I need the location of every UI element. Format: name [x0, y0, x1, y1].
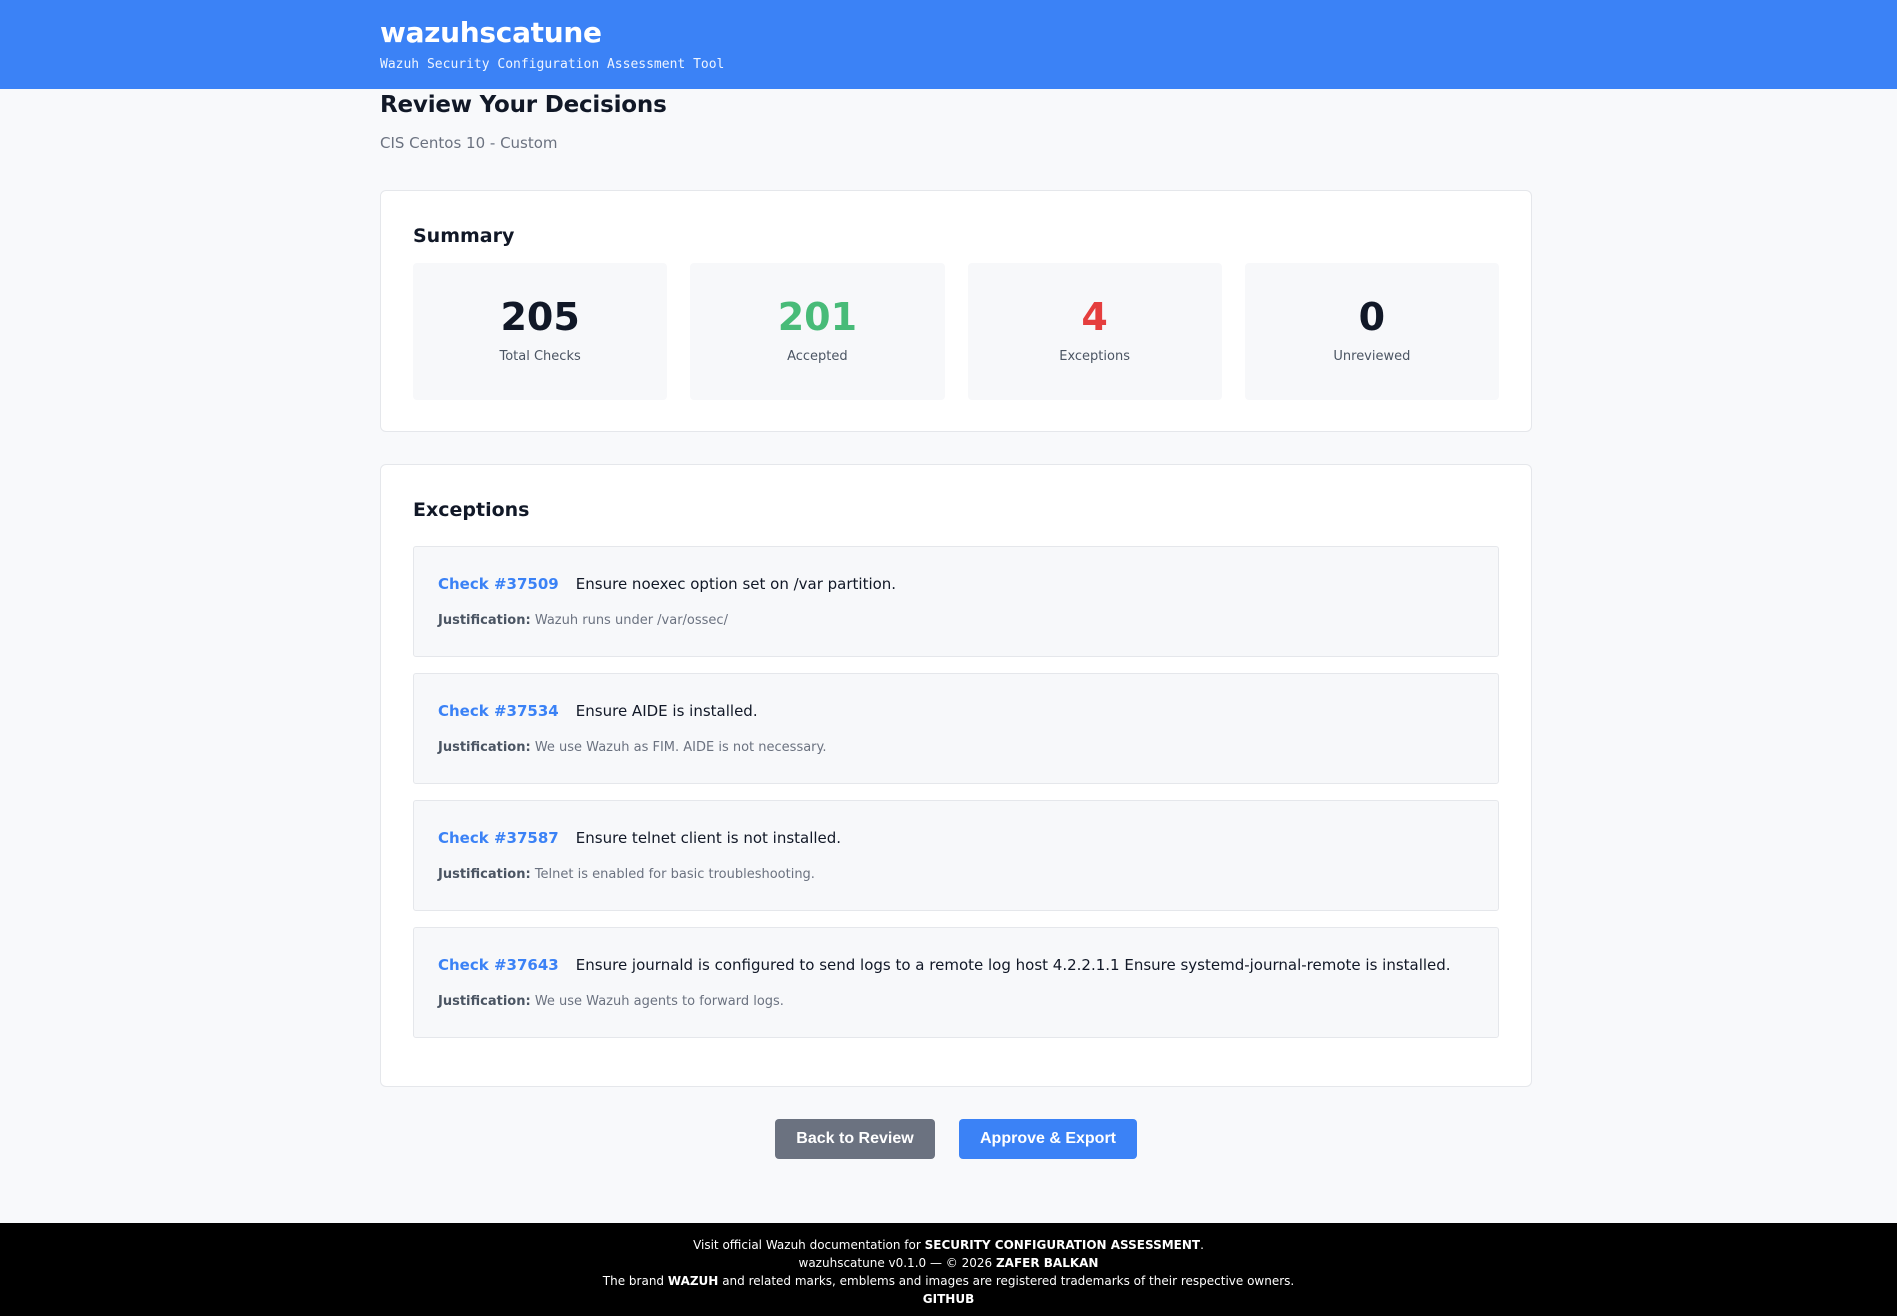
app-header: wazuhscatune Wazuh Security Configuratio…	[0, 0, 1897, 89]
app-subtitle: Wazuh Security Configuration Assessment …	[380, 57, 725, 72]
check-title: Ensure noexec option set on /var partiti…	[575, 575, 897, 593]
approve-export-button[interactable]: Approve & Export	[959, 1119, 1137, 1159]
footer-line-version: wazuhscatune v0.1.0 — © 2026 ZAFER BALKA…	[0, 1254, 1897, 1272]
exception-item: Check #37587 Ensure telnet client is not…	[413, 800, 1499, 911]
footer-docs-prefix: Visit official Wazuh documentation for	[693, 1238, 921, 1252]
back-to-review-button[interactable]: Back to Review	[775, 1119, 935, 1159]
wazuh-brand: WAZUH	[667, 1274, 719, 1288]
exception-header: Check #37509 Ensure noexec option set on…	[438, 574, 1474, 596]
footer-line-docs: Visit official Wazuh documentation for S…	[0, 1236, 1897, 1254]
stat-label: Accepted	[787, 349, 848, 364]
stat-exceptions: 4 Exceptions	[967, 263, 1222, 400]
check-id-link[interactable]: Check #37509	[438, 575, 559, 593]
stat-unreviewed: 0 Unreviewed	[1244, 263, 1499, 400]
exceptions-card: Exceptions Check #37509 Ensure noexec op…	[380, 464, 1532, 1087]
action-buttons: Back to Review Approve & Export	[775, 1119, 1137, 1159]
summary-heading: Summary	[413, 225, 515, 247]
stat-label: Total Checks	[499, 349, 581, 364]
stat-value: 201	[777, 295, 858, 339]
sca-docs-link[interactable]: SECURITY CONFIGURATION ASSESSMENT	[925, 1238, 1200, 1252]
exception-header: Check #37643 Ensure journald is configur…	[438, 955, 1474, 977]
justification-label: Justification:	[438, 867, 531, 882]
author-link[interactable]: ZAFER BALKAN	[996, 1256, 1099, 1270]
stat-value: 205	[500, 295, 580, 339]
justification-label: Justification:	[438, 994, 531, 1009]
exception-item: Check #37643 Ensure journald is configur…	[413, 927, 1499, 1038]
justification-label: Justification:	[438, 613, 531, 628]
stat-label: Unreviewed	[1333, 349, 1411, 364]
app-title[interactable]: wazuhscatune	[380, 16, 724, 49]
footer-line-trademark: The brand WAZUH and related marks, emble…	[0, 1272, 1897, 1290]
justification-label: Justification:	[438, 740, 531, 755]
footer-brand-prefix: The brand	[602, 1274, 665, 1288]
stat-value: 0	[1358, 295, 1386, 339]
footer-version: wazuhscatune v0.1.0 — © 2026	[798, 1256, 993, 1270]
check-id-link[interactable]: Check #37534	[438, 702, 559, 720]
check-title: Ensure telnet client is not installed.	[575, 829, 842, 847]
footer-trademark-text: and related marks, emblems and images ar…	[722, 1274, 1295, 1288]
header-inner: wazuhscatune Wazuh Security Configuratio…	[380, 16, 724, 72]
check-id-link[interactable]: Check #37587	[438, 829, 559, 847]
justification: Justification: Wazuh runs under /var/oss…	[438, 613, 1474, 628]
justification-text: We use Wazuh as FIM. AIDE is not necessa…	[534, 740, 827, 755]
exception-item: Check #37534 Ensure AIDE is installed. J…	[413, 673, 1499, 784]
justification: Justification: We use Wazuh as FIM. AIDE…	[438, 740, 1474, 755]
justification: Justification: We use Wazuh agents to fo…	[438, 994, 1474, 1009]
summary-card: Summary 205 Total Checks 201 Accepted 4 …	[380, 190, 1532, 432]
exception-header: Check #37587 Ensure telnet client is not…	[438, 828, 1474, 850]
stat-accepted: 201 Accepted	[690, 263, 945, 400]
exception-item: Check #37509 Ensure noexec option set on…	[413, 546, 1499, 657]
stat-value: 4	[1081, 295, 1108, 339]
justification-text: Wazuh runs under /var/ossec/	[534, 613, 728, 628]
check-id-link[interactable]: Check #37643	[438, 956, 559, 974]
main-content: Review Your Decisions CIS Centos 10 - Cu…	[380, 89, 1532, 1087]
exceptions-list: Check #37509 Ensure noexec option set on…	[413, 546, 1499, 1054]
exceptions-heading: Exceptions	[413, 499, 530, 521]
check-title: Ensure AIDE is installed.	[575, 702, 758, 720]
page-footer: Visit official Wazuh documentation for S…	[0, 1223, 1897, 1316]
stat-label: Exceptions	[1059, 349, 1130, 364]
justification-text: We use Wazuh agents to forward logs.	[534, 994, 784, 1009]
github-link[interactable]: GITHUB	[923, 1292, 974, 1306]
footer-docs-suffix: .	[1200, 1238, 1204, 1252]
justification-text: Telnet is enabled for basic troubleshoot…	[534, 867, 815, 882]
exception-header: Check #37534 Ensure AIDE is installed.	[438, 701, 1474, 723]
stat-total-checks: 205 Total Checks	[413, 263, 668, 400]
justification: Justification: Telnet is enabled for bas…	[438, 867, 1474, 882]
check-title: Ensure journald is configured to send lo…	[575, 956, 1451, 974]
page-title: Review Your Decisions	[380, 92, 667, 118]
page-subtitle: CIS Centos 10 - Custom	[380, 134, 558, 152]
summary-stats: 205 Total Checks 201 Accepted 4 Exceptio…	[413, 263, 1499, 400]
footer-line-github: GITHUB	[0, 1290, 1897, 1308]
